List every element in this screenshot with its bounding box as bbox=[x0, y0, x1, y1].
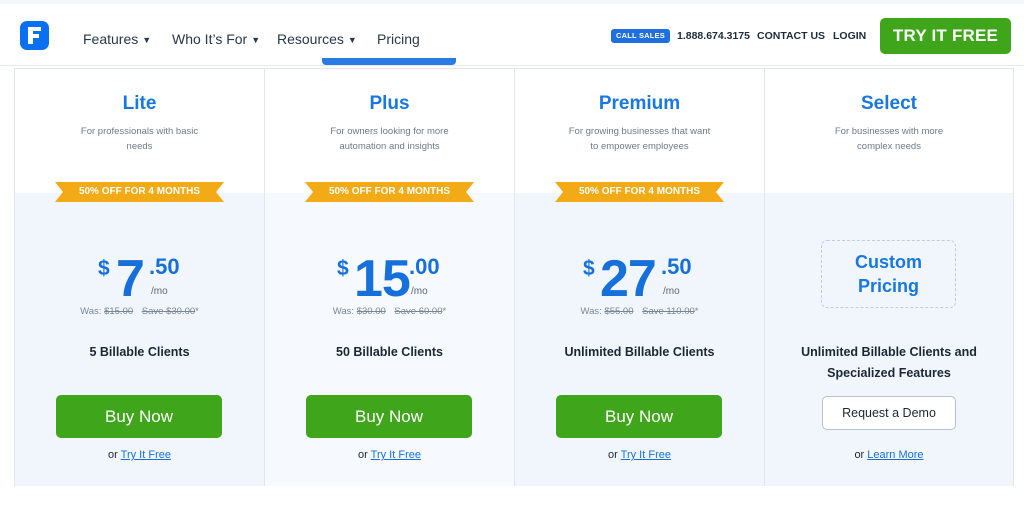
login-link[interactable]: LOGIN bbox=[833, 30, 866, 42]
try-it-free-button[interactable]: TRY IT FREE bbox=[880, 18, 1011, 54]
card-bottom bbox=[515, 193, 764, 486]
price-period: /mo bbox=[411, 286, 428, 297]
plan-description: For growing businesses that want to empo… bbox=[568, 126, 711, 152]
or-label: or bbox=[854, 449, 865, 461]
contact-us-link[interactable]: CONTACT US bbox=[757, 30, 825, 42]
plan-description: For professionals with basic needs bbox=[80, 126, 199, 152]
plan-card-plus: Plus For owners looking for more automat… bbox=[264, 68, 515, 486]
discount-ribbon-label: 50% OFF FOR 4 MONTHS bbox=[78, 186, 201, 197]
price-period: /mo bbox=[663, 286, 680, 297]
try-it-free-link[interactable]: Try It Free bbox=[621, 449, 671, 461]
custom-pricing-box: Custom Pricing bbox=[821, 240, 956, 308]
asterisk: * bbox=[694, 306, 699, 317]
plan-card-premium: Premium For growing businesses that want… bbox=[514, 68, 765, 486]
asterisk: * bbox=[442, 306, 447, 317]
card-bottom bbox=[265, 193, 514, 486]
try-it-free-link[interactable]: Try It Free bbox=[371, 449, 421, 461]
nav-item-features[interactable]: Features ▼ bbox=[83, 31, 151, 47]
chevron-down-icon: ▼ bbox=[347, 35, 357, 45]
or-label: or bbox=[108, 449, 118, 461]
alt-action: or Try It Free bbox=[515, 449, 764, 461]
billable-clients: 50 Billable Clients bbox=[336, 345, 443, 359]
alt-action: or Learn More bbox=[765, 449, 1013, 461]
buy-now-button[interactable]: Buy Now bbox=[56, 395, 222, 438]
save-amount: Save 110.00 bbox=[642, 306, 695, 317]
price-cents: .00 bbox=[409, 254, 440, 279]
alt-action: or Try It Free bbox=[15, 449, 264, 461]
plan-title: Premium bbox=[598, 93, 681, 114]
chevron-down-icon: ▼ bbox=[142, 35, 152, 45]
discount-ribbon-label: 50% OFF FOR 4 MONTHS bbox=[578, 186, 701, 197]
asterisk: * bbox=[195, 306, 199, 317]
billable-clients: Unlimited Billable Clients and Specializ… bbox=[801, 345, 977, 380]
alt-action: or Try It Free bbox=[265, 449, 514, 461]
plan-description: For businesses with more complex needs bbox=[834, 126, 944, 152]
billable-clients: 5 Billable Clients bbox=[89, 345, 190, 359]
nav-item-pricing[interactable]: Pricing bbox=[377, 31, 420, 47]
price-cents: .50 bbox=[149, 254, 180, 279]
chevron-down-icon: ▼ bbox=[251, 35, 261, 45]
was-price: $30.00 bbox=[356, 306, 386, 317]
nav-item-who-its-for[interactable]: Who It’s For ▼ bbox=[172, 31, 260, 47]
nav-top-strip bbox=[0, 0, 1024, 4]
plan-title: Lite bbox=[122, 93, 157, 114]
discount-ribbon-label: 50% OFF FOR 4 MONTHS bbox=[328, 186, 451, 197]
sales-phone-link[interactable]: 1.888.674.3175 bbox=[677, 30, 750, 42]
nav-item-label: Who It’s For bbox=[172, 31, 248, 47]
buy-now-button[interactable]: Buy Now bbox=[306, 395, 472, 438]
was-label: Was: bbox=[332, 306, 355, 317]
plan-description: For owners looking for more automation a… bbox=[330, 126, 449, 152]
price-currency: $ bbox=[583, 257, 595, 280]
top-navigation: Features ▼ Who It’s For ▼ Resources ▼ Pr… bbox=[0, 0, 1024, 66]
discount-ribbon: 50% OFF FOR 4 MONTHS bbox=[305, 182, 474, 202]
price-dollars: 15 bbox=[354, 250, 411, 308]
price-dollars: 7 bbox=[116, 250, 145, 308]
was-price-line: Was: $55.00 Save 110.00* bbox=[515, 306, 764, 317]
billable-clients: Unlimited Billable Clients bbox=[564, 345, 715, 359]
was-label: Was: bbox=[580, 306, 602, 317]
was-price-line: Was: $15.00 Save $30.00* bbox=[15, 306, 264, 317]
freshbooks-logo-icon[interactable] bbox=[20, 21, 49, 50]
card-bottom bbox=[765, 193, 1013, 486]
price-currency: $ bbox=[337, 257, 349, 280]
plan-card-select: Select For businesses with more complex … bbox=[764, 68, 1014, 486]
was-label: Was: bbox=[80, 306, 102, 317]
was-price-line: Was: $30.00 Save 60.00* bbox=[265, 306, 514, 317]
plan-title: Select bbox=[861, 93, 917, 114]
discount-ribbon: 50% OFF FOR 4 MONTHS bbox=[555, 182, 724, 202]
nav-item-resources[interactable]: Resources ▼ bbox=[277, 31, 357, 47]
discount-ribbon: 50% OFF FOR 4 MONTHS bbox=[55, 182, 224, 202]
try-it-free-link[interactable]: Try It Free bbox=[121, 449, 171, 461]
price-dollars: 27 bbox=[600, 250, 657, 308]
custom-pricing-line: Custom bbox=[855, 252, 922, 272]
price-currency: $ bbox=[98, 257, 110, 280]
or-label: or bbox=[608, 449, 618, 461]
plan-card-lite: Lite For professionals with basic needs … bbox=[14, 68, 265, 486]
nav-item-label: Features bbox=[83, 31, 139, 47]
plus-highlight-tab bbox=[322, 58, 456, 65]
nav-item-label: Pricing bbox=[377, 31, 420, 47]
buy-now-button[interactable]: Buy Now bbox=[556, 395, 722, 438]
custom-pricing-line: Pricing bbox=[857, 276, 919, 296]
call-sales-badge[interactable]: CALL SALES bbox=[611, 29, 670, 43]
card-bottom bbox=[15, 193, 264, 486]
was-price: $15.00 bbox=[104, 306, 134, 317]
request-demo-button[interactable]: Request a Demo bbox=[822, 396, 956, 430]
save-amount: Save $30.00 bbox=[141, 306, 196, 317]
nav-item-label: Resources bbox=[277, 31, 344, 47]
plan-title: Plus bbox=[369, 93, 410, 114]
price-cents: .50 bbox=[661, 254, 692, 279]
learn-more-link[interactable]: Learn More bbox=[867, 449, 923, 461]
or-label: or bbox=[358, 449, 368, 461]
was-price: $55.00 bbox=[604, 306, 634, 317]
price-period: /mo bbox=[151, 286, 168, 297]
save-amount: Save 60.00 bbox=[394, 306, 443, 317]
